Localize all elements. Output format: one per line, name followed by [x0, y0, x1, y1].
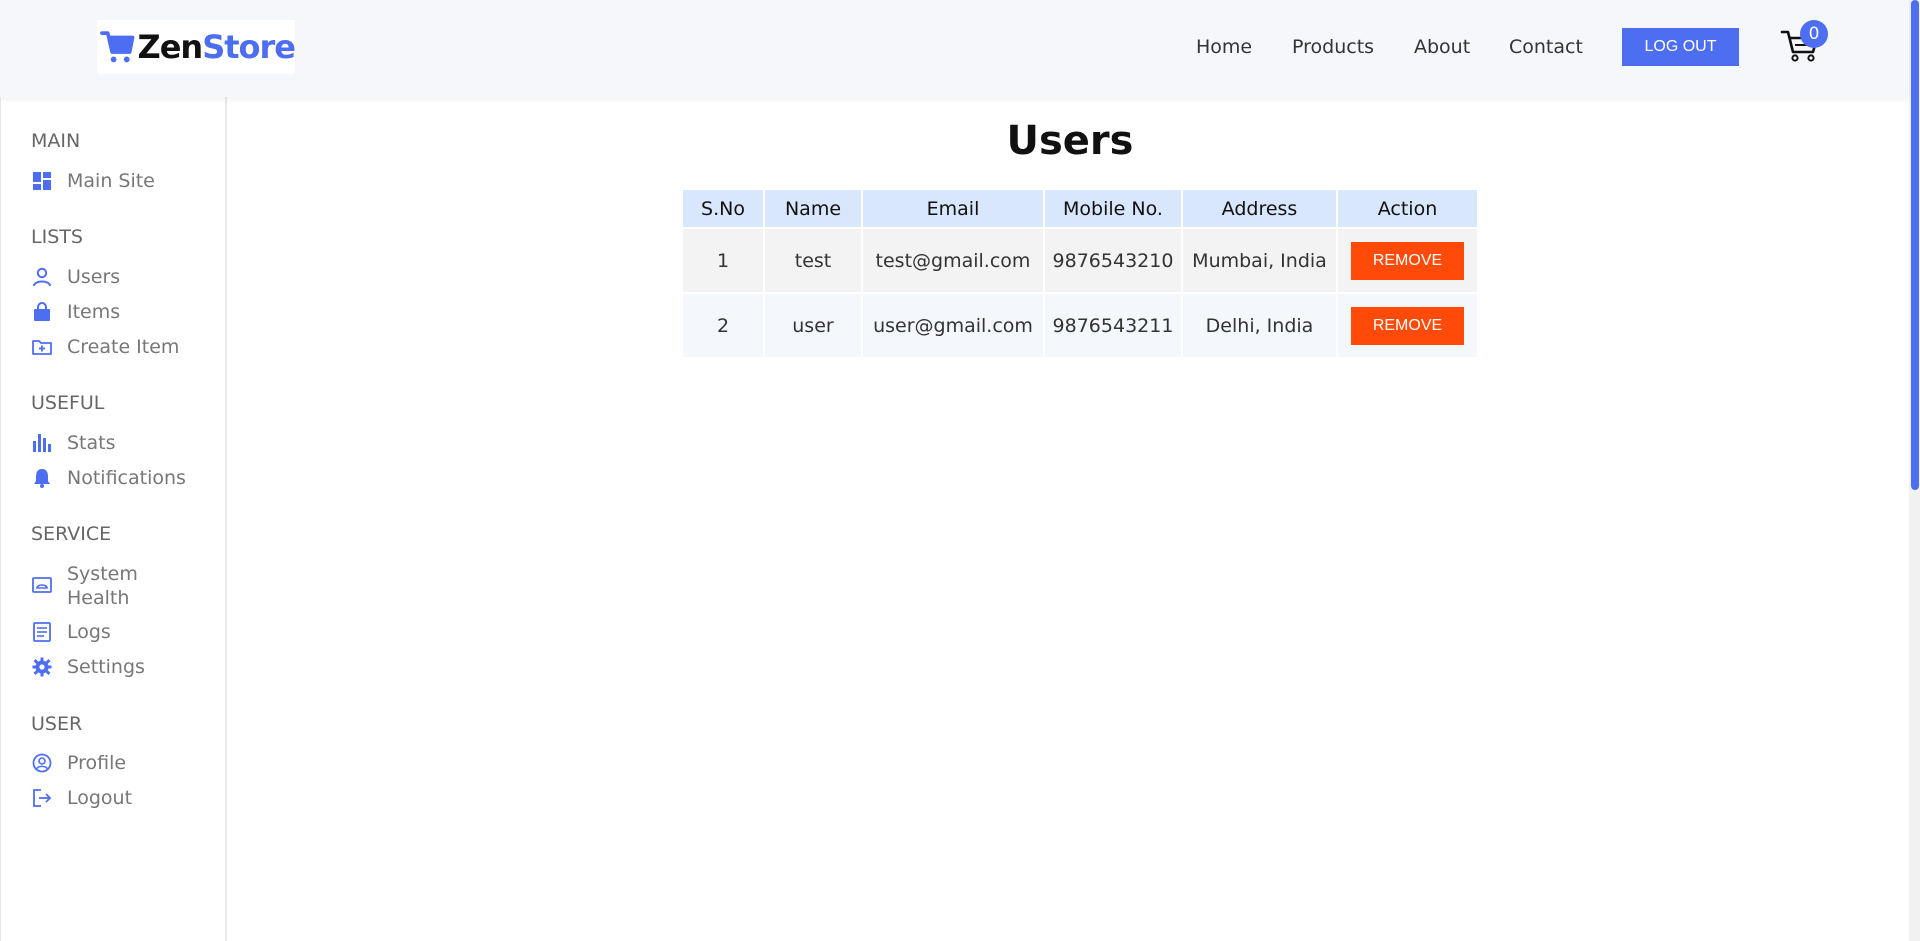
sidebar-item-label: Settings	[67, 656, 145, 678]
remove-user-button[interactable]: REMOVE	[1351, 241, 1464, 280]
cell-address: Mumbai, India	[1183, 229, 1336, 292]
sidebar-item-stats[interactable]: Stats	[31, 431, 116, 455]
dashboard-icon	[31, 170, 53, 192]
sidebar-item-items[interactable]: Items	[31, 300, 120, 324]
column-header-action: Action	[1338, 190, 1477, 227]
sidebar-item-users[interactable]: Users	[31, 265, 120, 289]
shopping-bag-icon	[31, 301, 53, 323]
nav-home-link[interactable]: Home	[1196, 36, 1252, 58]
brand-name: ZenStore	[138, 28, 296, 66]
cart-logo-icon	[100, 31, 135, 63]
brand-name-zen: Zen	[137, 28, 204, 66]
cell-mobile: 9876543211	[1045, 294, 1181, 357]
cell-name: user	[765, 294, 861, 357]
folder-add-icon	[31, 336, 53, 358]
sidebar: MAIN Main Site LISTS Users Items Create …	[0, 97, 227, 941]
sidebar-item-label: Logout	[67, 787, 133, 809]
column-header-address: Address	[1183, 190, 1336, 227]
column-header-mobile: Mobile No.	[1045, 190, 1181, 227]
nav-about-link[interactable]: About	[1414, 36, 1470, 58]
cell-action: REMOVE	[1338, 229, 1477, 292]
sidebar-item-system-health[interactable]: System Health	[31, 562, 157, 610]
cart-count-badge: 0	[1800, 20, 1828, 48]
gear-icon	[31, 656, 53, 678]
nav-contact-link[interactable]: Contact	[1509, 36, 1583, 58]
sidebar-item-create-item[interactable]: Create Item	[31, 335, 179, 359]
brand-name-store: Store	[202, 28, 296, 66]
sidebar-item-label: Logs	[67, 621, 111, 643]
sidebar-item-label: Profile	[67, 752, 127, 774]
page-title: Users	[1006, 118, 1134, 164]
column-header-sno: S.No	[683, 190, 763, 227]
sidebar-section-service: SERVICE	[31, 523, 112, 545]
sidebar-item-label: Stats	[67, 432, 116, 454]
users-table: S.No Name Email Mobile No. Address Actio…	[681, 188, 1479, 359]
nav-products-link[interactable]: Products	[1292, 36, 1374, 58]
sidebar-item-logout[interactable]: Logout	[31, 786, 132, 810]
page-scrollbar-thumb[interactable]	[1911, 0, 1919, 490]
cell-sno: 1	[683, 229, 763, 292]
sidebar-item-label: System Health	[67, 563, 138, 609]
sidebar-item-main-site[interactable]: Main Site	[31, 169, 155, 193]
remove-user-button[interactable]: REMOVE	[1351, 306, 1464, 345]
sidebar-item-label: Items	[67, 301, 121, 323]
cell-address: Delhi, India	[1183, 294, 1336, 357]
cell-action: REMOVE	[1338, 294, 1477, 357]
document-icon	[31, 621, 53, 643]
top-header: ZenStore Home Products About Contact LOG…	[0, 0, 1909, 97]
sidebar-item-profile[interactable]: Profile	[31, 751, 126, 775]
brand-logo[interactable]: ZenStore	[97, 20, 296, 74]
column-header-name: Name	[765, 190, 861, 227]
logout-button[interactable]: LOG OUT	[1622, 28, 1739, 66]
account-circle-icon	[31, 752, 53, 774]
sidebar-item-label: Create Item	[67, 336, 180, 358]
sidebar-section-main: MAIN	[31, 130, 81, 152]
sidebar-section-useful: USEFUL	[31, 392, 105, 414]
cell-email: user@gmail.com	[863, 294, 1043, 357]
sidebar-item-label: Main Site	[67, 170, 155, 192]
cell-email: test@gmail.com	[863, 229, 1043, 292]
health-monitor-icon	[31, 574, 53, 596]
sidebar-item-settings[interactable]: Settings	[31, 655, 145, 679]
sidebar-item-notifications[interactable]: Notifications	[31, 466, 186, 490]
sidebar-item-label: Notifications	[67, 467, 186, 489]
cell-mobile: 9876543210	[1045, 229, 1181, 292]
bell-icon	[31, 467, 53, 489]
exit-icon	[31, 787, 53, 809]
table-row: 2 user user@gmail.com 9876543211 Delhi, …	[683, 294, 1477, 357]
sidebar-item-logs[interactable]: Logs	[31, 620, 111, 644]
table-header-row: S.No Name Email Mobile No. Address Actio…	[683, 190, 1477, 227]
person-icon	[31, 266, 53, 288]
sidebar-section-lists: LISTS	[31, 226, 83, 248]
sidebar-section-user: USER	[31, 713, 83, 735]
cell-name: test	[765, 229, 861, 292]
sidebar-item-label: Users	[67, 266, 121, 288]
bar-chart-icon	[31, 432, 53, 454]
cell-sno: 2	[683, 294, 763, 357]
column-header-email: Email	[863, 190, 1043, 227]
table-row: 1 test test@gmail.com 9876543210 Mumbai,…	[683, 229, 1477, 292]
